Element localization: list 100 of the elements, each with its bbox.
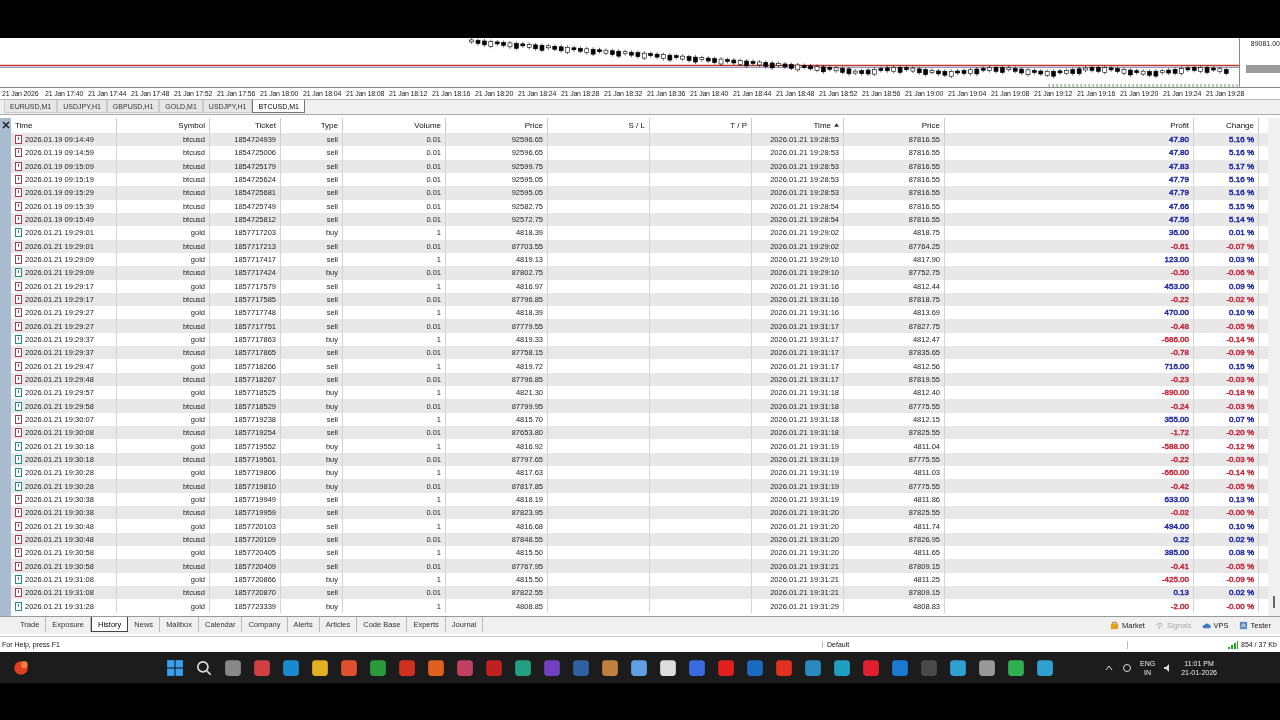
tester-icon [1238,621,1248,631]
table-cell: 0.22 [1173,534,1189,544]
bag-icon [1110,621,1119,631]
signal-icon [1154,621,1164,631]
app-icon[interactable] [514,658,532,677]
table-cell: -0.14 % [1226,334,1254,344]
table-cell: 385.00 [1164,548,1189,558]
table-cell: -0.14 % [1226,468,1254,478]
table-cell: -0.20 % [1226,428,1254,438]
column-header[interactable]: S / L [548,117,650,133]
search-icon[interactable] [195,658,213,677]
table-cell: 453.00 [1164,281,1189,291]
table-cell: -0.06 % [1226,268,1254,278]
signal-bars-icon [1228,640,1238,649]
table-cell: 716.00 [1164,361,1189,371]
app-icon[interactable] [949,658,967,677]
cloud-icon [1201,621,1211,631]
table-cell: 0.10 % [1229,308,1254,318]
table-cell: -686.00 [1161,334,1189,344]
table-cell: -0.09 % [1226,574,1254,584]
table-cell: -0.03 % [1226,374,1254,384]
app-icon[interactable] [311,658,329,677]
column-header[interactable]: Change [1194,117,1259,133]
table-cell: 0.07 % [1229,414,1254,424]
table-cell: 470.00 [1164,308,1189,318]
table-cell: 0.13 % [1229,494,1254,504]
table-cell: -0.03 % [1226,454,1254,464]
table-cell: -1.72 [1170,428,1189,438]
column-header[interactable]: Symbol [117,117,210,133]
table-cell: -0.50 [1170,268,1189,278]
table-cell: -0.18 % [1226,388,1254,398]
column-header[interactable]: Time [752,117,844,133]
table-cell: 47.80 [1168,148,1189,158]
table-cell: 0.02 % [1229,534,1254,544]
table-cell: 5.15 % [1229,201,1254,211]
column-header[interactable]: T / P [650,117,752,133]
app-icon[interactable] [833,658,851,677]
table-cell: 0.03 % [1229,255,1254,264]
table-cell: 47.79 [1168,175,1189,185]
table-cell: -0.05 % [1226,481,1254,491]
table-cell: 0.15 % [1229,361,1254,371]
table-cell: 47.56 [1168,215,1189,224]
weather-icon[interactable] [12,658,30,677]
table-cell: 5.16 % [1229,188,1254,198]
table-cell: 47.66 [1168,201,1189,211]
table-cell: -0.12 % [1226,441,1254,451]
table-cell: -0.00 % [1226,508,1254,518]
table-cell: 47.83 [1168,161,1189,171]
table-cell: 355.00 [1164,414,1189,424]
column-header[interactable]: Volume [343,117,446,133]
column-header[interactable]: Ticket [210,117,281,133]
app-icon[interactable] [659,658,677,677]
table-cell: -0.61 [1170,241,1189,251]
table-cell: 47.79 [1168,188,1189,198]
table-cell: -0.24 [1170,401,1189,411]
price-tag-icon [1246,65,1280,73]
app-icon[interactable] [978,658,996,677]
table-cell: -890.00 [1161,388,1189,398]
table-cell: 36.00 [1168,228,1189,238]
table-cell: -0.78 [1170,348,1189,358]
app-icon[interactable] [1036,658,1054,677]
table-cell: -0.02 [1170,508,1189,518]
column-header[interactable]: Profit [945,117,1194,133]
table-cell: -0.23 [1170,374,1189,384]
column-header[interactable]: Type [281,117,343,133]
table-cell: 633.00 [1164,494,1189,504]
table-cell: 0.02 % [1229,588,1254,598]
column-header[interactable]: Price [446,117,548,133]
table-cell: 5.14 % [1229,215,1254,224]
table-cell: 0.09 % [1229,281,1254,291]
table-cell: -0.48 [1170,321,1189,331]
table-cell: 123.00 [1164,255,1189,264]
table-cell: 5.16 % [1229,148,1254,158]
table-cell: 0.13 [1173,588,1189,598]
table-cell: 5.16 % [1229,175,1254,185]
column-header[interactable]: Price [844,117,945,133]
table-cell: 47.80 [1168,135,1189,145]
table-cell: -0.05 % [1226,321,1254,331]
close-icon[interactable] [1,120,10,129]
app-icon[interactable] [630,658,648,677]
table-cell: 0.01 % [1229,228,1254,238]
app-icon[interactable] [601,658,619,677]
table-cell: -0.22 [1170,295,1189,304]
table-cell: 0.08 % [1229,548,1254,558]
windows-logo-icon[interactable] [166,658,184,677]
app-icon[interactable] [1007,658,1025,677]
table-cell: 5.17 % [1229,161,1254,171]
table-cell: 494.00 [1164,521,1189,531]
table-cell: -660.00 [1161,468,1189,478]
table-cell: -0.05 % [1226,561,1254,571]
table-cell: -2.00 [1170,601,1189,611]
column-header[interactable]: Time [11,117,117,133]
table-cell: -0.00 % [1226,601,1254,611]
scrollbar[interactable] [1268,117,1280,617]
table-cell: -0.07 % [1226,241,1254,251]
table-cell: -0.22 [1170,454,1189,464]
table-cell: 5.16 % [1229,135,1254,145]
table-cell: -588.00 [1161,441,1189,451]
table-cell: -0.02 % [1226,295,1254,304]
table-cell: -0.41 [1170,561,1189,571]
